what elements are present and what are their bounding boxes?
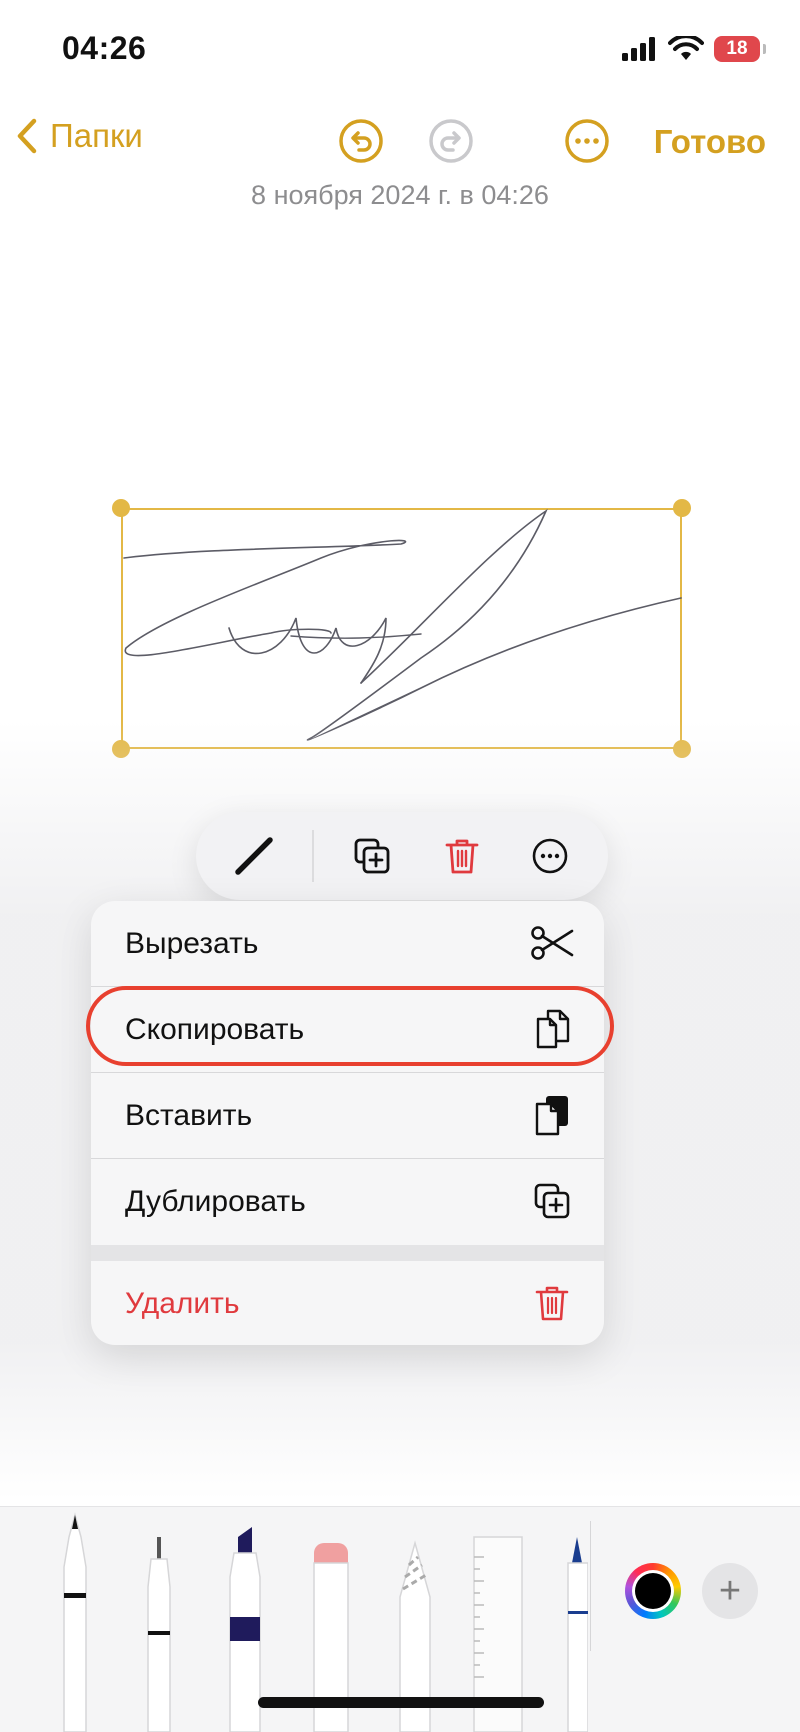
trash-icon bbox=[445, 839, 479, 874]
note-date: 8 ноября 2024 г. в 04:26 bbox=[251, 180, 549, 210]
menu-item-paste[interactable]: Вставить bbox=[91, 1073, 604, 1158]
add-tool-button[interactable]: + bbox=[702, 1563, 758, 1619]
fineliner-tool-icon[interactable] bbox=[136, 1507, 182, 1732]
battery-indicator: 18 bbox=[714, 36, 766, 62]
back-label: Папки bbox=[50, 117, 143, 154]
duplicate-icon bbox=[530, 1179, 574, 1223]
menu-item-cut[interactable]: Вырезать bbox=[91, 901, 604, 986]
home-indicator bbox=[258, 1697, 544, 1708]
menu-item-label: Вставить bbox=[125, 1099, 253, 1132]
status-icons: 18 bbox=[622, 36, 766, 62]
ellipsis-circle-icon bbox=[565, 119, 609, 163]
context-menu: Вырезать Скопировать Вставить Дублироват… bbox=[91, 901, 604, 1345]
copy-highlight-ring bbox=[86, 986, 614, 1066]
plus-icon: + bbox=[718, 1569, 742, 1612]
pen-tool-icon[interactable] bbox=[52, 1507, 98, 1732]
menu-item-label: Дублировать bbox=[125, 1185, 306, 1218]
done-button[interactable]: Готово bbox=[654, 123, 766, 161]
fountain-pen-tool-icon[interactable] bbox=[558, 1507, 588, 1732]
back-button[interactable]: Папки bbox=[16, 117, 143, 155]
menu-group-separator bbox=[91, 1245, 604, 1261]
duplicate-toolbar-button[interactable] bbox=[348, 832, 396, 880]
ellipsis-circle-icon bbox=[532, 838, 568, 874]
chevron-left-icon bbox=[17, 118, 37, 154]
scissors-icon bbox=[530, 921, 574, 965]
redo-icon bbox=[429, 119, 473, 163]
toolbar-divider bbox=[312, 830, 314, 882]
status-time: 04:26 bbox=[62, 30, 147, 66]
menu-item-label: Вырезать bbox=[125, 927, 259, 960]
pen-stroke-icon bbox=[235, 837, 273, 875]
more-options-button[interactable] bbox=[563, 117, 611, 165]
menu-item-delete[interactable]: Удалить bbox=[91, 1261, 604, 1345]
signature-drawing[interactable] bbox=[121, 508, 682, 749]
pen-style-button[interactable] bbox=[230, 832, 278, 880]
undo-button[interactable] bbox=[337, 117, 385, 165]
color-well-ring bbox=[632, 1570, 674, 1612]
selection-handle-top-left[interactable] bbox=[112, 499, 130, 517]
menu-item-duplicate[interactable]: Дублировать bbox=[91, 1159, 604, 1244]
redo-button[interactable] bbox=[427, 117, 475, 165]
status-bar: 04:26 18 bbox=[0, 0, 800, 100]
selection-toolbar bbox=[196, 812, 608, 900]
current-color-swatch bbox=[635, 1573, 671, 1609]
menu-item-label: Удалить bbox=[125, 1287, 240, 1320]
undo-icon bbox=[339, 119, 383, 163]
wifi-icon bbox=[668, 36, 704, 60]
selection-handle-top-right[interactable] bbox=[673, 499, 691, 517]
paste-icon bbox=[530, 1093, 574, 1137]
delete-toolbar-button[interactable] bbox=[438, 832, 486, 880]
color-picker-button[interactable] bbox=[625, 1563, 681, 1619]
nav-bar: Папки Готово bbox=[0, 105, 800, 180]
cellular-signal-icon bbox=[622, 37, 655, 61]
more-toolbar-button[interactable] bbox=[526, 832, 574, 880]
duplicate-icon bbox=[354, 838, 390, 874]
palette-divider bbox=[590, 1521, 591, 1651]
trash-icon bbox=[530, 1281, 574, 1325]
battery-level: 18 bbox=[726, 38, 748, 59]
